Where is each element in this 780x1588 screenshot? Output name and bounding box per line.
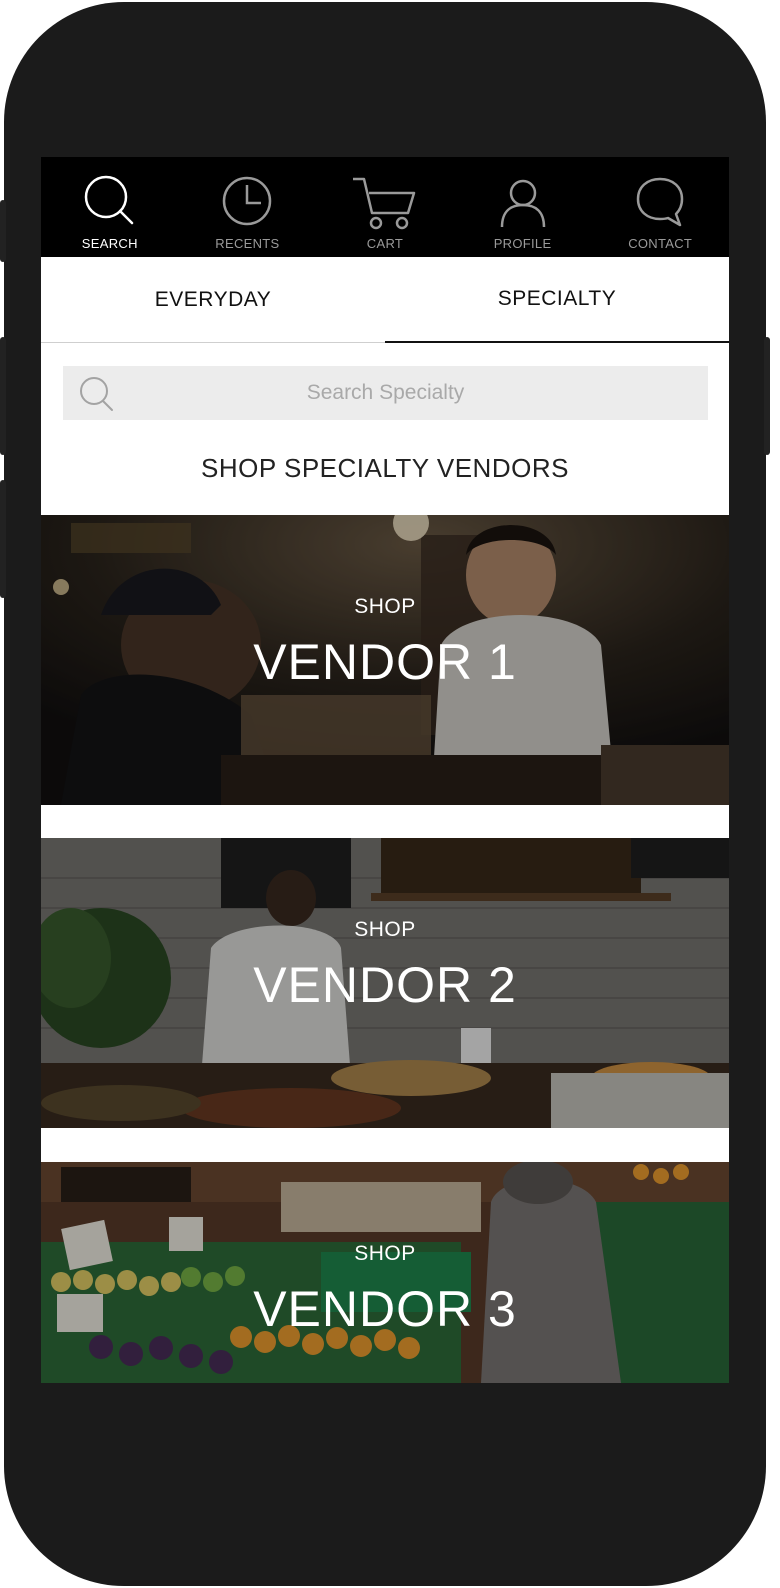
nav-profile[interactable]: PROFILE xyxy=(454,157,592,257)
top-nav: SEARCH RECENTS CART PROFILE CONTACT xyxy=(41,157,729,257)
vendor-2-name: VENDOR 2 xyxy=(253,957,517,1013)
nav-contact-label: CONTACT xyxy=(628,236,693,251)
search-bar xyxy=(63,366,708,420)
nav-recents-label: RECENTS xyxy=(215,236,280,251)
vendor-3-overlay xyxy=(41,1162,729,1383)
clock-icon xyxy=(223,176,272,226)
tab-specialty[interactable]: SPECIALTY xyxy=(385,257,729,343)
nav-recents[interactable]: RECENTS xyxy=(179,157,317,257)
volume-up-button xyxy=(0,337,6,455)
power-button xyxy=(764,337,770,455)
user-icon xyxy=(500,179,545,228)
nav-search[interactable]: SEARCH xyxy=(41,157,179,257)
nav-search-label: SEARCH xyxy=(81,236,138,251)
section-title: SHOP SPECIALTY VENDORS xyxy=(201,453,569,483)
vendor-3-name: VENDOR 3 xyxy=(253,1281,517,1337)
tab-everyday[interactable]: EVERYDAY xyxy=(41,257,385,343)
search-icon xyxy=(80,377,113,411)
app-screen: SEARCH RECENTS CART PROFILE CONTACT EVER… xyxy=(41,157,729,1383)
nav-profile-label: PROFILE xyxy=(493,236,552,251)
vendor-3-kicker: SHOP xyxy=(354,1242,416,1265)
volume-down-button xyxy=(0,480,6,598)
vendor-card-3[interactable]: SHOP VENDOR 3 xyxy=(41,1162,729,1383)
vendor-card-1[interactable]: SHOP VENDOR 1 xyxy=(41,515,729,805)
vendor-1-kicker: SHOP xyxy=(354,595,416,618)
nav-cart[interactable]: CART xyxy=(316,157,454,257)
nav-contact[interactable]: CONTACT xyxy=(591,157,729,257)
vendor-1-name: VENDOR 1 xyxy=(253,634,517,690)
chat-bubble-icon xyxy=(636,177,684,227)
nav-cart-label: CART xyxy=(366,236,404,251)
mute-switch xyxy=(0,200,6,262)
vendor-2-kicker: SHOP xyxy=(354,918,416,941)
category-tabs: EVERYDAY SPECIALTY xyxy=(41,257,729,343)
search-icon xyxy=(84,175,134,225)
vendor-card-2[interactable]: SHOP VENDOR 2 xyxy=(41,838,729,1128)
cart-icon xyxy=(352,177,416,230)
search-input[interactable] xyxy=(63,366,708,420)
